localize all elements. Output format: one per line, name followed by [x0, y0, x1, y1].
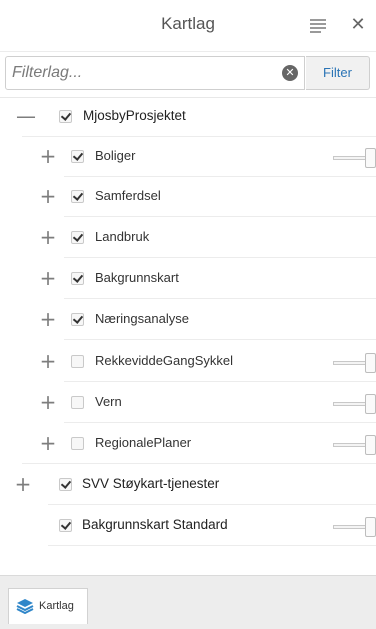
layer-label: Landbruk	[95, 229, 150, 244]
layer-checkbox[interactable]	[71, 231, 84, 244]
tab-kartlag[interactable]: Kartlag	[8, 588, 88, 624]
expand-icon[interactable]: +	[39, 185, 57, 207]
row-divider	[64, 216, 376, 217]
row-divider	[64, 339, 376, 340]
layer-label: SVV Støykart-tjenester	[82, 476, 220, 491]
row-divider	[48, 545, 376, 546]
layer-row-regionaleplaner: + RegionalePlaner	[0, 424, 376, 464]
layer-checkbox[interactable]	[71, 396, 84, 409]
opacity-slider[interactable]	[333, 394, 376, 414]
close-icon[interactable]: ✕	[349, 14, 367, 36]
row-divider	[64, 381, 376, 382]
layer-label: Bakgrunnskart Standard	[82, 517, 228, 532]
menu-icon[interactable]	[310, 19, 326, 33]
layer-checkbox[interactable]	[59, 110, 72, 123]
layer-row-svv-stoykart: + SVV Støykart-tjenester	[0, 465, 376, 505]
layer-row-rekkeviddegangsykkel: + RekkeviddeGangSykkel	[0, 342, 376, 382]
expand-icon[interactable]: +	[14, 473, 32, 495]
filter-button[interactable]: Filter	[306, 56, 370, 90]
layer-checkbox[interactable]	[71, 190, 84, 203]
layer-label: MjosbyProsjektet	[83, 108, 186, 123]
expand-icon[interactable]: +	[39, 145, 57, 167]
bottom-tab-bar: Kartlag	[0, 575, 376, 629]
row-divider	[64, 298, 376, 299]
expand-icon[interactable]: +	[39, 267, 57, 289]
filter-input[interactable]	[7, 58, 272, 88]
row-divider	[48, 504, 376, 505]
layer-checkbox[interactable]	[59, 478, 72, 491]
row-divider	[22, 463, 376, 464]
layer-checkbox[interactable]	[71, 437, 84, 450]
layer-checkbox[interactable]	[71, 150, 84, 163]
collapse-icon[interactable]: —	[16, 105, 36, 127]
expand-icon[interactable]: +	[39, 308, 57, 330]
layer-checkbox[interactable]	[59, 519, 72, 532]
expand-icon[interactable]: +	[39, 432, 57, 454]
expand-icon[interactable]: +	[39, 350, 57, 372]
layer-row-bakgrunnskart: + Bakgrunnskart	[0, 259, 376, 299]
layer-row-boliger: + Boliger	[0, 137, 376, 177]
layers-icon	[16, 599, 34, 614]
layer-label: Vern	[95, 394, 122, 409]
layer-label: Næringsanalyse	[95, 311, 189, 326]
panel-header: Kartlag ✕	[0, 0, 376, 52]
filter-row: ✕ Filter	[0, 55, 376, 93]
layer-label: RegionalePlaner	[95, 435, 192, 450]
expand-icon[interactable]: +	[39, 391, 57, 413]
opacity-slider[interactable]	[333, 517, 376, 537]
layer-checkbox[interactable]	[71, 313, 84, 326]
layer-label: Bakgrunnskart	[95, 270, 179, 285]
clear-icon[interactable]: ✕	[282, 65, 298, 81]
layer-row-samferdsel: + Samferdsel	[0, 177, 376, 217]
filter-box: ✕	[5, 56, 305, 90]
layer-checkbox[interactable]	[71, 272, 84, 285]
opacity-slider[interactable]	[333, 353, 376, 373]
layer-checkbox[interactable]	[71, 355, 84, 368]
layer-row-mjosbyprosjektet: — MjosbyProsjektet	[0, 97, 376, 137]
layer-panel: Kartlag ✕ ✕ Filter — MjosbyProsjektet + …	[0, 0, 376, 629]
layer-row-naeringsanalyse: + Næringsanalyse	[0, 300, 376, 340]
layer-label: Samferdsel	[95, 188, 161, 203]
expand-icon[interactable]: +	[39, 226, 57, 248]
layer-label: Boliger	[95, 148, 136, 163]
tab-label: Kartlag	[39, 600, 74, 612]
opacity-slider[interactable]	[333, 148, 376, 168]
opacity-slider[interactable]	[333, 435, 376, 455]
layer-label: RekkeviddeGangSykkel	[95, 353, 234, 368]
layer-row-landbruk: + Landbruk	[0, 218, 376, 258]
row-divider	[64, 257, 376, 258]
layer-row-vern: + Vern	[0, 383, 376, 423]
layer-row-bakgrunnskart-standard: Bakgrunnskart Standard	[0, 506, 376, 546]
row-divider	[64, 422, 376, 423]
